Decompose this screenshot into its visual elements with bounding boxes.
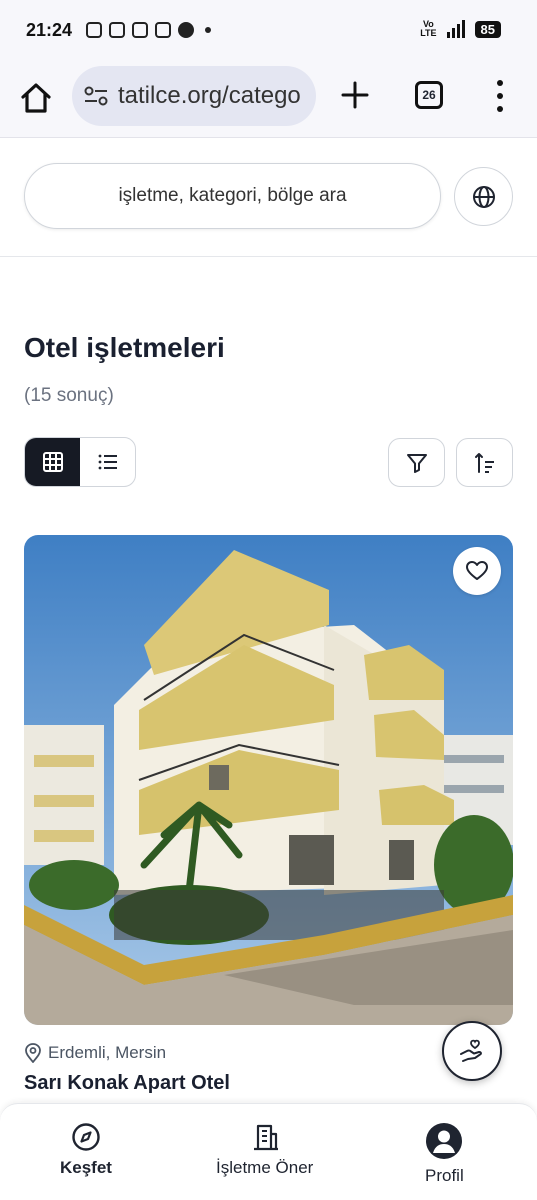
signal-icon — [446, 20, 465, 38]
hand-heart-icon — [460, 1039, 482, 1062]
grid-view-button[interactable] — [25, 438, 80, 486]
listing-title[interactable]: Sarı Konak Apart Otel — [24, 1072, 230, 1095]
battery-indicator: 85 — [474, 20, 501, 38]
list-icon — [98, 454, 117, 470]
home-button[interactable] — [18, 80, 54, 116]
result-count: (15 sonuç) — [24, 385, 114, 406]
messenger-icon — [86, 22, 102, 38]
more-menu-button[interactable] — [490, 80, 510, 112]
heart-icon — [466, 561, 488, 580]
tab-switcher-button[interactable]: 26 — [415, 81, 443, 109]
plus-icon — [341, 81, 369, 109]
location-pin-icon — [25, 1043, 41, 1063]
filter-button[interactable] — [388, 438, 445, 487]
favorite-button[interactable] — [453, 547, 501, 595]
search-input[interactable]: işletme, kategori, bölge ara — [24, 163, 441, 229]
nav-label-profil: Profil — [425, 1166, 464, 1185]
building-icon — [253, 1124, 278, 1151]
search-placeholder: işletme, kategori, bölge ara — [118, 185, 347, 206]
globe-icon — [472, 185, 495, 208]
listing-location-text: Erdemli, Mersin — [48, 1043, 167, 1062]
listing-image[interactable] — [24, 535, 513, 1025]
nav-label-isletme-oner: İşletme Öner — [216, 1158, 314, 1177]
header-divider — [0, 256, 537, 257]
site-settings-icon[interactable] — [82, 82, 110, 110]
filter-icon — [406, 453, 427, 473]
listing-location: Erdemli, Mersin — [24, 1043, 166, 1063]
page-title: Otel işletmeleri — [24, 332, 225, 363]
hotel-photo — [24, 535, 513, 1025]
list-view-button[interactable] — [80, 438, 135, 486]
nav-item-isletme-oner[interactable]: İşletme Öner — [216, 1122, 313, 1178]
language-button[interactable] — [454, 167, 513, 226]
url-text[interactable]: tatilce.org/catego — [118, 82, 301, 110]
more-notifications-dot — [205, 27, 211, 33]
nav-item-kesfet[interactable]: Keşfet — [60, 1122, 112, 1178]
sort-button[interactable] — [456, 438, 513, 487]
status-time: 21:24 — [26, 20, 73, 40]
messenger-icon — [109, 22, 125, 38]
suggest-business-fab[interactable] — [442, 1021, 502, 1081]
volte-indicator: Vo LTE — [420, 19, 437, 38]
sort-icon — [474, 452, 494, 473]
instagram-icon — [132, 22, 148, 38]
nav-label-kesfet: Keşfet — [60, 1158, 112, 1177]
profile-icon — [426, 1123, 463, 1159]
new-tab-button[interactable] — [338, 78, 372, 112]
status-bar: 21:24 Vo LTE 85 — [0, 0, 537, 62]
view-mode-toggle — [24, 437, 136, 487]
compass-icon — [72, 1123, 100, 1151]
browser-toolbar: tatilce.org/catego 26 — [0, 62, 537, 138]
grid-icon — [42, 452, 63, 472]
facebook-icon — [178, 22, 194, 38]
home-icon — [21, 83, 51, 113]
bottom-navigation: Keşfet İşletme Öner Profil — [0, 1103, 537, 1200]
notification-icons — [86, 22, 211, 38]
nav-item-profil[interactable]: Profil — [425, 1122, 464, 1186]
address-bar[interactable]: tatilce.org/catego — [72, 66, 316, 126]
instagram-icon — [155, 22, 171, 38]
